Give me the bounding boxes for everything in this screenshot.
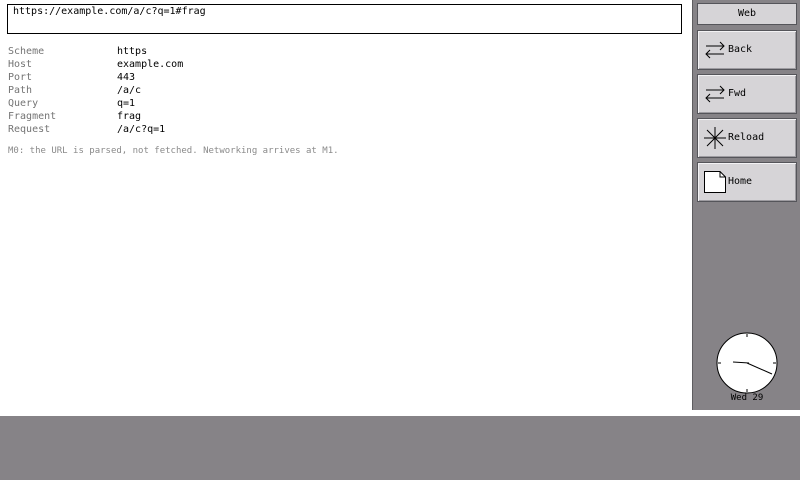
clock-icon: [716, 332, 778, 394]
field-value: q=1: [117, 98, 136, 109]
field-label: Request: [8, 124, 51, 135]
field-value: https: [117, 46, 148, 57]
field-value: /a/c?q=1: [117, 124, 166, 135]
forward-button-label: Fwd: [728, 88, 747, 99]
field-label: Scheme: [8, 46, 45, 57]
main-content-pane: https://example.com/a/c?q=1#frag Scheme h…: [0, 0, 692, 410]
url-input[interactable]: https://example.com/a/c?q=1#frag: [7, 4, 682, 34]
field-label: Query: [8, 98, 39, 109]
forward-button[interactable]: Fwd: [697, 74, 797, 114]
field-value: frag: [117, 111, 142, 122]
sidebar: Web Back Fwd Reload Home Wed 29: [692, 0, 800, 410]
field-row-fragment: Fragment frag: [8, 110, 183, 123]
status-note: M0: the URL is parsed, not fetched. Netw…: [8, 146, 339, 156]
swap-arrows-icon: [705, 41, 725, 59]
app-title: Web: [697, 3, 797, 25]
home-button-label: Home: [728, 176, 753, 187]
field-row-request: Request/a/c?q=1: [8, 123, 183, 136]
field-label: Host: [8, 59, 33, 70]
field-row-port: Port 443: [8, 71, 183, 84]
field-label: Port: [8, 72, 33, 83]
clock-date: Wed 29: [730, 393, 764, 403]
home-button[interactable]: Home: [697, 162, 797, 202]
back-button[interactable]: Back: [697, 30, 797, 70]
url-parts-list: Scheme https Host example.com Port 443 Path…: [8, 45, 183, 136]
asterisk-icon: [704, 127, 726, 149]
field-value: 443: [117, 72, 136, 83]
back-button-label: Back: [728, 44, 753, 55]
field-label: Fragment: [8, 111, 57, 122]
swap-arrows-icon: [705, 85, 725, 103]
field-value: /a/c: [117, 85, 142, 96]
field-row-path: Path/a/c: [8, 84, 183, 97]
field-label: Path: [8, 85, 33, 96]
desktop-background: [0, 416, 800, 480]
field-row-query: Query q=1: [8, 97, 183, 110]
page-icon: [704, 171, 726, 193]
field-row-host: Host example.com: [8, 58, 183, 71]
field-row-scheme: Scheme https: [8, 45, 183, 58]
field-value: example.com: [117, 59, 184, 70]
reload-button-label: Reload: [728, 132, 765, 143]
reload-button[interactable]: Reload: [697, 118, 797, 158]
